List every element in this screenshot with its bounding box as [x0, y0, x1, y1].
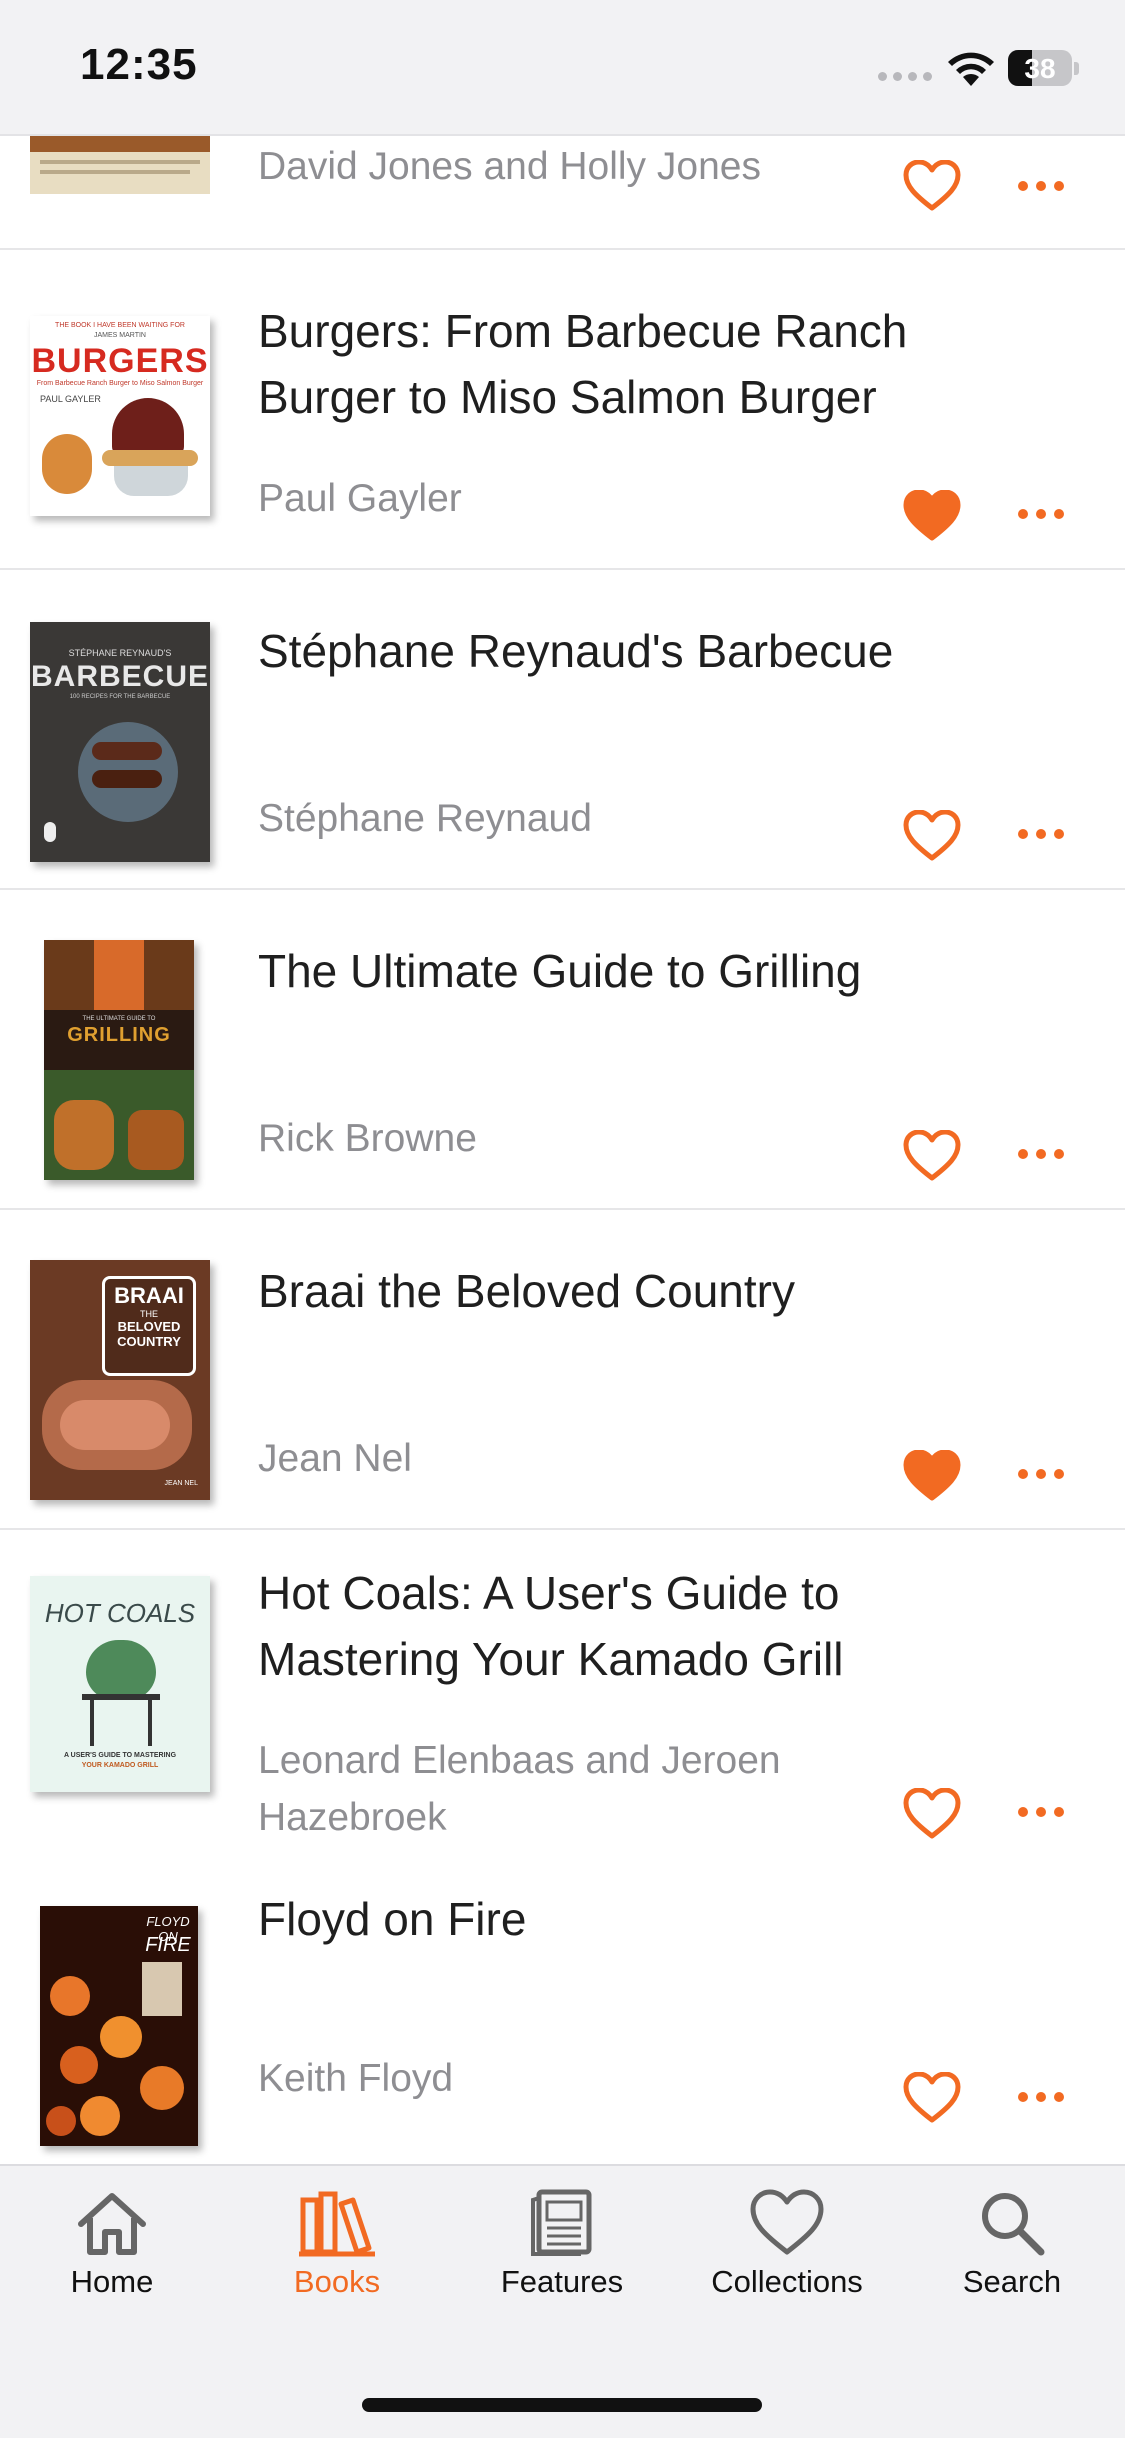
home-indicator[interactable]	[362, 2398, 762, 2412]
favorite-heart-icon[interactable]	[903, 1130, 961, 1182]
tab-collections[interactable]: Collections	[697, 2188, 877, 2300]
book-author: Stéphane Reynaud	[258, 797, 592, 840]
book-title[interactable]: Burgers: From Barbecue Ranch Burger to M…	[258, 298, 998, 430]
tab-bar: Home Books Features Collections Search	[0, 2164, 1125, 2438]
cellular-signal-icon	[878, 72, 932, 81]
book-title[interactable]: The Ultimate Guide to Grilling	[258, 938, 998, 1004]
favorite-heart-filled-icon[interactable]	[903, 1450, 961, 1502]
tab-label: Books	[293, 2264, 381, 2299]
book-author: Jean Nel	[258, 1437, 412, 1480]
battery-level: 38	[1024, 53, 1056, 84]
favorite-heart-icon[interactable]	[903, 810, 961, 862]
book-title[interactable]: Hot Coals: A User's Guide to Mastering Y…	[258, 1560, 998, 1692]
tab-label: Features	[500, 2264, 624, 2299]
collections-icon	[750, 2189, 824, 2255]
tab-label: Collections	[711, 2264, 863, 2299]
book-author: Leonard Elenbaas and Jeroen Hazebroek	[258, 1739, 781, 1839]
more-options-icon[interactable]	[1018, 1469, 1064, 1483]
tab-label: Home	[70, 2264, 154, 2299]
tab-books[interactable]: Books	[247, 2188, 427, 2300]
features-icon	[531, 2189, 592, 2256]
book-cover: THE ULTIMATE GUIDE TO GRILLING	[44, 940, 194, 1180]
more-options-icon[interactable]	[1018, 509, 1064, 523]
tab-search[interactable]: Search	[922, 2188, 1102, 2300]
more-options-icon[interactable]	[1018, 1149, 1064, 1163]
book-title[interactable]: Stéphane Reynaud's Barbecue	[258, 618, 998, 684]
favorite-heart-icon[interactable]	[903, 1788, 961, 1840]
more-options-icon[interactable]	[1018, 181, 1064, 195]
book-author: David Jones and Holly Jones	[258, 145, 761, 188]
status-bar: 12:35 38	[0, 0, 1125, 136]
book-author: Paul Gayler	[258, 477, 462, 520]
book-row[interactable]: THE BOOK I HAVE BEEN WAITING FOR JAMES M…	[0, 250, 1125, 570]
tab-label: Search	[962, 2264, 1062, 2299]
book-cover: HOT COALS A USER'S GUIDE TO MASTERING YO…	[30, 1576, 210, 1792]
status-time: 12:35	[80, 40, 198, 89]
more-options-icon[interactable]	[1018, 1807, 1064, 1821]
book-author: Rick Browne	[258, 1117, 477, 1160]
book-cover: BRAAI THE BELOVED COUNTRY JEAN NEL	[30, 1260, 210, 1500]
book-cover	[30, 126, 210, 194]
book-row[interactable]: STÉPHANE REYNAUD'S BARBECUE 100 RECIPES …	[0, 570, 1125, 890]
favorite-heart-filled-icon[interactable]	[903, 490, 961, 542]
book-cover: THE BOOK I HAVE BEEN WAITING FOR JAMES M…	[30, 316, 210, 516]
battery-icon: 38	[1008, 50, 1072, 86]
favorite-heart-icon[interactable]	[903, 160, 961, 212]
wifi-icon	[948, 52, 994, 86]
search-icon	[982, 2193, 1045, 2256]
book-row[interactable]: FLOYD ON FIRE Floyd on Fire Keith Floyd	[0, 1850, 1125, 2170]
book-title[interactable]: Floyd on Fire	[258, 1886, 998, 1952]
favorite-heart-icon[interactable]	[903, 2072, 961, 2124]
tab-features[interactable]: Features	[472, 2188, 652, 2300]
books-icon	[299, 2191, 375, 2257]
book-cover: STÉPHANE REYNAUD'S BARBECUE 100 RECIPES …	[30, 622, 210, 862]
book-row[interactable]: THE ULTIMATE GUIDE TO GRILLING The Ultim…	[0, 890, 1125, 1210]
book-author: Keith Floyd	[258, 2057, 454, 2100]
more-options-icon[interactable]	[1018, 2092, 1064, 2106]
book-row[interactable]: BRAAI THE BELOVED COUNTRY JEAN NEL Braai…	[0, 1210, 1125, 1530]
tab-home[interactable]: Home	[22, 2188, 202, 2300]
more-options-icon[interactable]	[1018, 829, 1064, 843]
book-row[interactable]: HOT COALS A USER'S GUIDE TO MASTERING YO…	[0, 1530, 1125, 1850]
book-title[interactable]: Braai the Beloved Country	[258, 1258, 998, 1324]
book-cover: FLOYD ON FIRE	[40, 1906, 198, 2146]
home-icon	[78, 2193, 146, 2255]
book-row[interactable]: David Jones and Holly Jones	[0, 126, 1125, 250]
